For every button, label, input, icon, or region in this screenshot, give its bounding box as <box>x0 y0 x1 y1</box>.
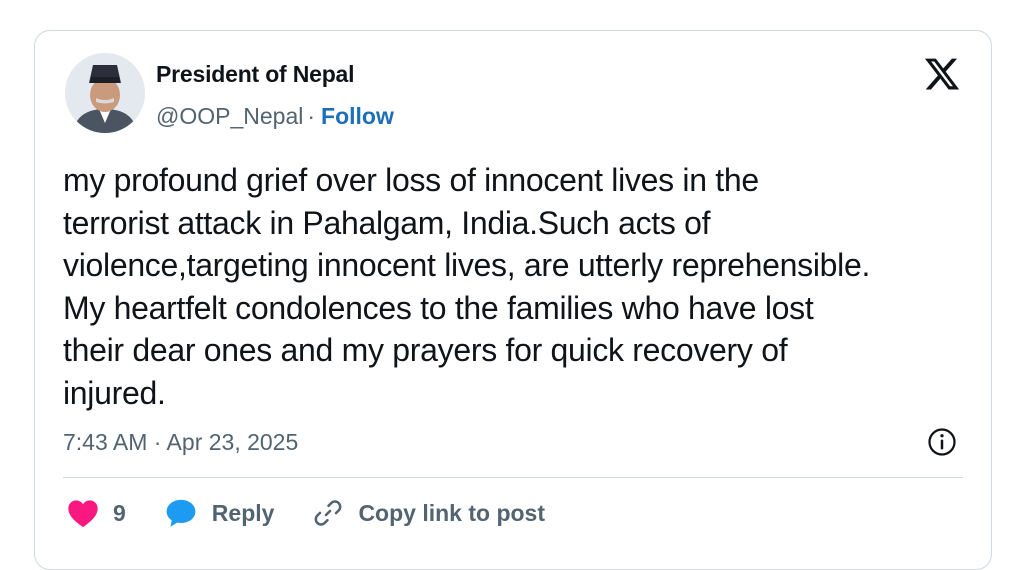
user-handle[interactable]: @OOP_Nepal <box>156 103 303 129</box>
link-icon <box>315 500 342 526</box>
heart-icon <box>68 500 98 528</box>
follow-button[interactable]: Follow <box>321 103 394 129</box>
action-bar: 9 Reply Copy link to post <box>67 493 583 533</box>
speech-bubble-icon <box>166 499 196 527</box>
display-name[interactable]: President of Nepal <box>156 61 355 88</box>
post-timestamp[interactable]: 7:43 AM · Apr 23, 2025 <box>63 429 298 456</box>
handle-row: @OOP_Nepal · Follow <box>156 103 394 130</box>
reply-label: Reply <box>211 499 275 526</box>
copy-link-label: Copy link to post <box>358 499 545 526</box>
avatar-portrait <box>65 53 145 133</box>
embedded-post-card: President of Nepal @OOP_Nepal · Follow my … <box>34 30 992 570</box>
like-button[interactable]: 9 <box>67 498 126 528</box>
reply-button[interactable]: Reply <box>164 498 275 528</box>
divider <box>63 477 963 478</box>
post-text: my profound grief over loss of innocent … <box>63 162 871 411</box>
avatar[interactable] <box>65 53 145 133</box>
info-icon[interactable] <box>927 427 957 457</box>
copy-link-button[interactable]: Copy link to post <box>312 497 545 529</box>
separator-dot: · <box>307 103 316 129</box>
like-count: 9 <box>113 499 126 526</box>
x-logo-icon[interactable] <box>923 55 961 93</box>
